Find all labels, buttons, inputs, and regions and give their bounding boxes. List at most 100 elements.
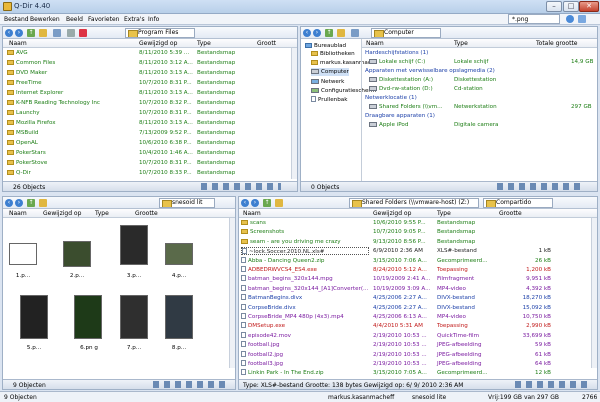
address-combo[interactable]: Shared Folders (\\vmware-host) (Z:): [349, 198, 479, 208]
folder-icon[interactable]: [39, 199, 47, 207]
col-gewijzigd[interactable]: Gewijzigd op: [43, 210, 81, 217]
pane-status-icons[interactable]: [201, 183, 281, 190]
col-type[interactable]: Type: [437, 210, 451, 217]
menu-beeld[interactable]: Beeld: [66, 16, 83, 23]
tools-icon[interactable]: [67, 29, 75, 37]
list-item[interactable]: Common Files: [7, 59, 137, 67]
drive-item[interactable]: Apple iPod: [369, 121, 455, 129]
col-grootte[interactable]: Groott: [257, 40, 276, 47]
folder-icon[interactable]: [337, 29, 345, 37]
forward-icon[interactable]: ›: [251, 199, 259, 207]
pane-status-icons[interactable]: [497, 183, 581, 190]
list-item[interactable]: Abba - Dancing Queen2.zip: [241, 256, 369, 265]
list-item[interactable]: batman_begins_320x144_[A1]Converter(...: [241, 284, 369, 293]
close-button[interactable]: ✕: [579, 1, 599, 12]
list-item[interactable]: Internet Explorer: [7, 89, 137, 97]
list-item[interactable]: episode42.mov: [241, 331, 369, 340]
forward-icon[interactable]: ›: [15, 199, 23, 207]
list-item[interactable]: football2.jpg: [241, 350, 369, 359]
list-item[interactable]: Linkin Park - In The End.zip: [241, 369, 369, 377]
tree-splitter[interactable]: [361, 39, 362, 181]
thumbnail-3[interactable]: [120, 225, 148, 265]
tree-netwerk[interactable]: Netwerk: [311, 78, 344, 86]
up-icon[interactable]: ↑: [27, 29, 35, 37]
drive-item[interactable]: Lokale schijf (C:): [369, 58, 455, 66]
thumbnail-2[interactable]: [63, 241, 91, 267]
list-item[interactable]: ADBEDRWVCS4_ES4.exe: [241, 266, 369, 274]
menu-bewerken[interactable]: Bewerken: [30, 16, 60, 23]
list-item[interactable]: football.jpg: [241, 341, 369, 349]
menu-info[interactable]: Info: [148, 16, 159, 23]
col-totale-grootte[interactable]: Totale grootte: [536, 40, 578, 47]
col-naam[interactable]: Naam: [9, 40, 27, 47]
thumbnail-1[interactable]: [9, 243, 37, 265]
col-type[interactable]: Type: [197, 40, 211, 47]
list-item[interactable]: Screenshots: [241, 228, 369, 236]
pane-status-icons[interactable]: [515, 381, 591, 388]
thumbnail-8[interactable]: [165, 295, 193, 339]
list-item[interactable]: CorpseBride.divx: [241, 303, 369, 312]
minimize-button[interactable]: –: [546, 1, 562, 12]
view-icon[interactable]: [578, 15, 586, 23]
address-combo[interactable]: Program Files: [125, 28, 195, 38]
menu-favorieten[interactable]: Favorieten: [88, 16, 119, 23]
help-icon[interactable]: [566, 15, 574, 23]
drive-item[interactable]: Diskettestation (A:): [369, 76, 455, 84]
group-header[interactable]: Netwerklocatie (1): [365, 94, 417, 102]
col-naam[interactable]: Naam: [366, 40, 384, 47]
address-combo[interactable]: Computer: [371, 28, 441, 38]
list-item[interactable]: AVG: [7, 49, 137, 57]
list-item[interactable]: OpenAL: [7, 139, 137, 147]
group-header[interactable]: Apparaten met verwisselbare opslagmedia …: [365, 67, 495, 75]
list-item[interactable]: FreeTime: [7, 79, 137, 87]
up-icon[interactable]: ↑: [325, 29, 333, 37]
col-type[interactable]: Type: [95, 210, 109, 217]
list-item[interactable]: PokerStove: [7, 159, 137, 167]
view-mode-icon[interactable]: [53, 29, 61, 37]
list-item[interactable]: batman_begins_320x144.mpg: [241, 275, 369, 283]
list-item[interactable]: ~lock.Soccer.2010.NL.xls#: [241, 247, 369, 256]
subfolder-combo[interactable]: Compartido: [483, 198, 553, 208]
scrollbar[interactable]: [229, 218, 235, 368]
back-icon[interactable]: ‹: [303, 29, 311, 37]
folder-icon[interactable]: [275, 199, 283, 207]
menu-extras[interactable]: Extra's: [124, 16, 145, 23]
tree-bibliotheken[interactable]: Bibliotheken: [311, 50, 355, 58]
delete-icon[interactable]: [79, 29, 87, 37]
list-item[interactable]: MSBuild: [7, 129, 137, 137]
forward-icon[interactable]: ›: [15, 29, 23, 37]
list-item[interactable]: CorpseBride_MP4 480p (4x3).mp4: [241, 313, 369, 321]
list-item[interactable]: seam - are you driving me crazy: [241, 238, 369, 246]
scrollbar[interactable]: [591, 218, 597, 368]
tree-computer[interactable]: Computer: [311, 68, 349, 76]
thumbnail-4[interactable]: [165, 243, 193, 265]
list-item[interactable]: Q-Dir: [7, 169, 137, 177]
filter-combo[interactable]: *.png: [508, 14, 560, 24]
col-type[interactable]: Type: [454, 40, 468, 47]
col-naam[interactable]: Naam: [9, 210, 27, 217]
up-icon[interactable]: ↑: [27, 199, 35, 207]
list-item[interactable]: Mozilla Firefox: [7, 119, 137, 127]
list-item[interactable]: K-NFB Reading Technology Inc: [7, 99, 137, 107]
list-item[interactable]: Launchy: [7, 109, 137, 117]
list-item[interactable]: football3.jpg: [241, 360, 369, 368]
col-naam[interactable]: Naam: [243, 210, 261, 217]
tree-user[interactable]: markus.kasanmach: [311, 59, 374, 67]
drive-item[interactable]: Shared Folders (\\vm...: [369, 103, 455, 111]
forward-icon[interactable]: ›: [313, 29, 321, 37]
view-mode-icon[interactable]: [351, 29, 359, 37]
col-gewijzigd[interactable]: Gewijzigd op: [139, 40, 177, 47]
drive-item[interactable]: Dvd-rw-station (D:): [369, 85, 455, 93]
pane-status-icons[interactable]: [153, 381, 225, 388]
back-icon[interactable]: ‹: [5, 199, 13, 207]
tree-bureaublad[interactable]: Bureaublad: [305, 42, 346, 50]
address-combo[interactable]: snesoid lit: [159, 198, 215, 208]
list-item[interactable]: PokerStars: [7, 149, 137, 157]
thumbnail-6[interactable]: [74, 295, 102, 339]
thumbnail-7[interactable]: [120, 295, 148, 339]
scrollbar[interactable]: [291, 48, 297, 179]
col-grootte[interactable]: Grootte: [499, 210, 522, 217]
list-item[interactable]: DVD Maker: [7, 69, 137, 77]
list-item[interactable]: BatmanBegins.divx: [241, 294, 369, 302]
thumbnail-5[interactable]: [20, 295, 48, 339]
